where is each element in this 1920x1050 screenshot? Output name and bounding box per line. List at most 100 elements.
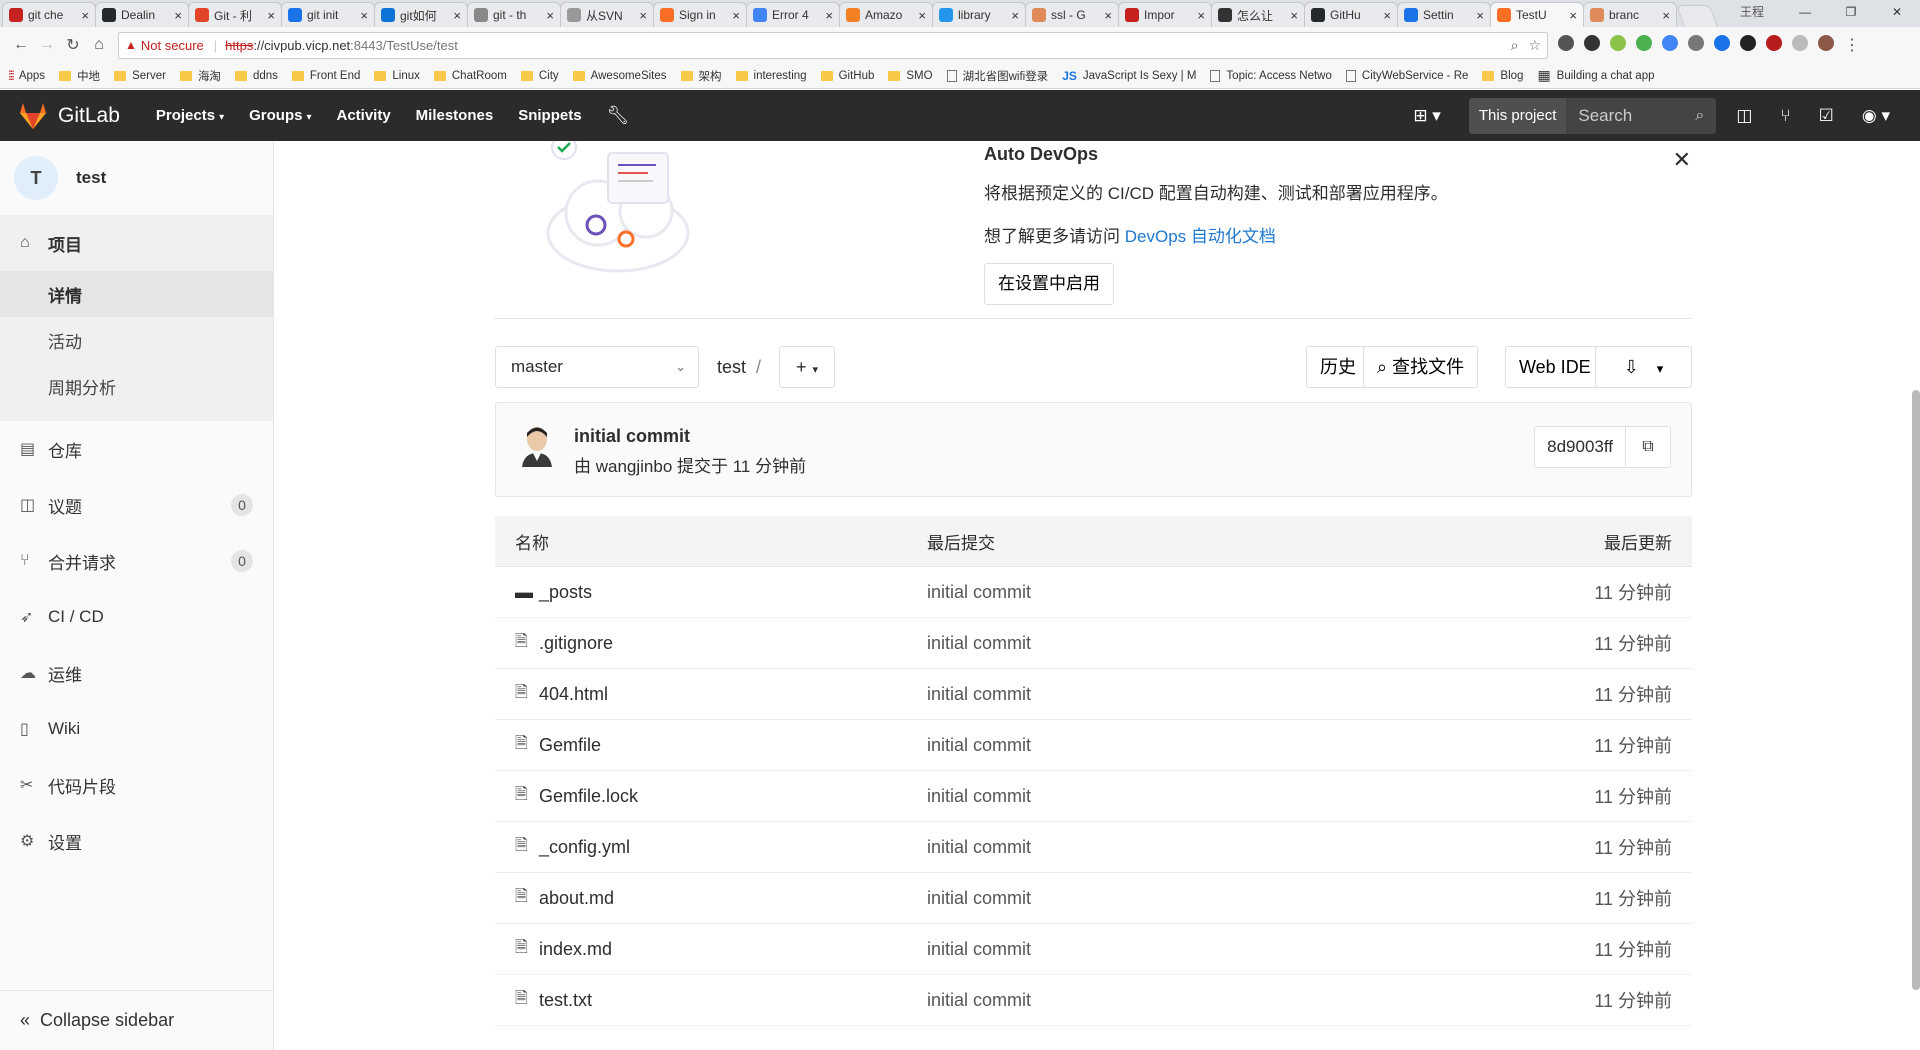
- tab-close-icon[interactable]: ×: [918, 8, 926, 23]
- extension-icon[interactable]: [1662, 35, 1678, 51]
- tab-close-icon[interactable]: ×: [1662, 8, 1670, 23]
- commit-link[interactable]: initial commit: [927, 888, 1031, 908]
- nav-snippets[interactable]: Snippets: [518, 107, 581, 124]
- tab-close-icon[interactable]: ×: [360, 8, 368, 23]
- commit-link[interactable]: initial commit: [927, 837, 1031, 857]
- bookmark-item[interactable]: ⁞⁞⁞ Apps: [8, 68, 45, 83]
- bookmark-item[interactable]: Topic: Access Netwo: [1210, 69, 1332, 82]
- close-icon[interactable]: ✕: [1673, 147, 1691, 173]
- table-row[interactable]: 🗎︎ _config.yml initial commit 11 分钟前: [495, 822, 1692, 873]
- bookmark-item[interactable]: Front End: [291, 70, 360, 82]
- sidebar-item-6[interactable]: ✂ 代码片段: [0, 757, 273, 813]
- devops-docs-link[interactable]: DevOps 自动化文档: [1125, 227, 1276, 246]
- tab-close-icon[interactable]: ×: [825, 8, 833, 23]
- table-row[interactable]: 🗎︎ Gemfile initial commit 11 分钟前: [495, 720, 1692, 771]
- sidebar-item-5[interactable]: ▯ Wiki: [0, 701, 273, 757]
- commit-link[interactable]: initial commit: [927, 939, 1031, 959]
- browser-tab[interactable]: Impor ×: [1118, 2, 1212, 27]
- extension-icon[interactable]: [1792, 35, 1808, 51]
- commit-link[interactable]: initial commit: [927, 786, 1031, 806]
- sidebar-item-1[interactable]: ◫ 议题 0: [0, 477, 273, 533]
- bookmark-item[interactable]: AwesomeSites: [572, 70, 667, 82]
- page-scrollbar[interactable]: [1912, 390, 1920, 990]
- commit-link[interactable]: initial commit: [927, 633, 1031, 653]
- bookmark-item[interactable]: ▦ Building a chat app: [1537, 67, 1654, 84]
- browser-tab[interactable]: Dealin ×: [95, 2, 189, 27]
- extension-icon[interactable]: [1714, 35, 1730, 51]
- extension-icon[interactable]: [1740, 35, 1756, 51]
- sidebar-project-header[interactable]: T test: [0, 141, 273, 215]
- history-button[interactable]: 历史: [1306, 346, 1370, 388]
- nav-groups[interactable]: Groups ▾: [249, 107, 311, 124]
- tab-close-icon[interactable]: ×: [546, 8, 554, 23]
- bookmark-item[interactable]: interesting: [735, 70, 807, 82]
- browser-tab[interactable]: Git - 利 ×: [188, 2, 282, 27]
- bookmark-item[interactable]: JS JavaScript Is Sexy | M: [1062, 69, 1196, 83]
- file-link[interactable]: _config.yml: [539, 837, 630, 858]
- issues-header-icon[interactable]: ◫: [1736, 106, 1752, 126]
- table-row[interactable]: 🗎︎ .gitignore initial commit 11 分钟前: [495, 618, 1692, 669]
- bookmark-item[interactable]: 海淘: [179, 68, 221, 84]
- sidebar-sub-cycle-analytics[interactable]: 周期分析: [0, 363, 273, 409]
- sidebar-sub-details[interactable]: 详情: [0, 271, 273, 317]
- find-file-button[interactable]: ⌕ 查找文件: [1363, 346, 1479, 388]
- browser-tab[interactable]: 怎么让 ×: [1211, 2, 1305, 27]
- back-icon[interactable]: ←: [8, 36, 34, 54]
- zoom-search-icon[interactable]: ⌕: [1511, 37, 1519, 54]
- sidebar-item-3[interactable]: ➶ CI / CD: [0, 589, 273, 645]
- file-link[interactable]: .gitignore: [539, 633, 613, 654]
- nav-projects[interactable]: Projects ▾: [156, 107, 224, 124]
- commit-link[interactable]: initial commit: [927, 684, 1031, 704]
- commit-message[interactable]: initial commit: [574, 426, 690, 447]
- enable-in-settings-button[interactable]: 在设置中启用: [984, 263, 1114, 305]
- bookmark-item[interactable]: ddns: [234, 70, 278, 82]
- sidebar-item-project[interactable]: ⌂ 项目: [0, 215, 273, 271]
- user-avatar-dropdown[interactable]: ◉ ▾: [1862, 106, 1890, 126]
- file-link[interactable]: _posts: [539, 582, 592, 603]
- nav-activity[interactable]: Activity: [336, 107, 390, 124]
- browser-tab[interactable]: git - th ×: [467, 2, 561, 27]
- browser-tab[interactable]: Error 4 ×: [746, 2, 840, 27]
- web-ide-button[interactable]: Web IDE: [1505, 346, 1605, 388]
- tab-close-icon[interactable]: ×: [639, 8, 647, 23]
- nav-milestones[interactable]: Milestones: [416, 107, 494, 124]
- extension-icon[interactable]: [1584, 35, 1600, 51]
- table-row[interactable]: 🗎︎ test.txt initial commit 11 分钟前: [495, 975, 1692, 1026]
- tab-close-icon[interactable]: ×: [174, 8, 182, 23]
- add-file-dropdown[interactable]: + ▾: [779, 346, 835, 388]
- tab-close-icon[interactable]: ×: [1383, 8, 1391, 23]
- home-icon[interactable]: ⌂: [86, 36, 112, 54]
- download-dropdown[interactable]: ⇩ ▾: [1595, 346, 1692, 388]
- bookmark-item[interactable]: 架构: [680, 68, 722, 84]
- sidebar-sub-activity[interactable]: 活动: [0, 317, 273, 363]
- bookmark-star-icon[interactable]: ☆: [1528, 37, 1541, 54]
- tab-close-icon[interactable]: ×: [1476, 8, 1484, 23]
- extension-icon[interactable]: [1636, 35, 1652, 51]
- file-link[interactable]: Gemfile: [539, 735, 601, 756]
- commit-sha[interactable]: 8d9003ff: [1535, 427, 1626, 467]
- forward-icon[interactable]: →: [34, 36, 60, 54]
- browser-tab[interactable]: git init ×: [281, 2, 375, 27]
- copy-icon[interactable]: ⧉: [1626, 427, 1670, 467]
- bookmark-item[interactable]: CityWebService - Re: [1345, 69, 1468, 82]
- window-user-label[interactable]: 王程: [1722, 0, 1782, 27]
- admin-wrench-icon[interactable]: 🔧︎: [607, 105, 630, 126]
- breadcrumb-root[interactable]: test: [717, 357, 746, 377]
- extension-icon[interactable]: [1818, 35, 1834, 51]
- browser-tab[interactable]: ssl - G ×: [1025, 2, 1119, 27]
- reload-icon[interactable]: ↻: [60, 35, 86, 55]
- todos-icon[interactable]: ☑: [1819, 106, 1834, 126]
- tab-close-icon[interactable]: ×: [81, 8, 89, 23]
- browser-tab[interactable]: TestU ×: [1490, 2, 1584, 27]
- merge-requests-header-icon[interactable]: ⑂: [1780, 106, 1790, 126]
- tab-close-icon[interactable]: ×: [1569, 8, 1577, 23]
- branch-selector[interactable]: master ⌄: [495, 346, 699, 388]
- browser-tab[interactable]: Amazo ×: [839, 2, 933, 27]
- sidebar-item-2[interactable]: ⑂ 合并请求 0: [0, 533, 273, 589]
- commit-link[interactable]: initial commit: [927, 735, 1031, 755]
- file-link[interactable]: test.txt: [539, 990, 592, 1011]
- file-link[interactable]: Gemfile.lock: [539, 786, 638, 807]
- extension-icon[interactable]: [1610, 35, 1626, 51]
- bookmark-item[interactable]: City: [520, 70, 559, 82]
- bookmark-item[interactable]: 中地: [59, 68, 100, 84]
